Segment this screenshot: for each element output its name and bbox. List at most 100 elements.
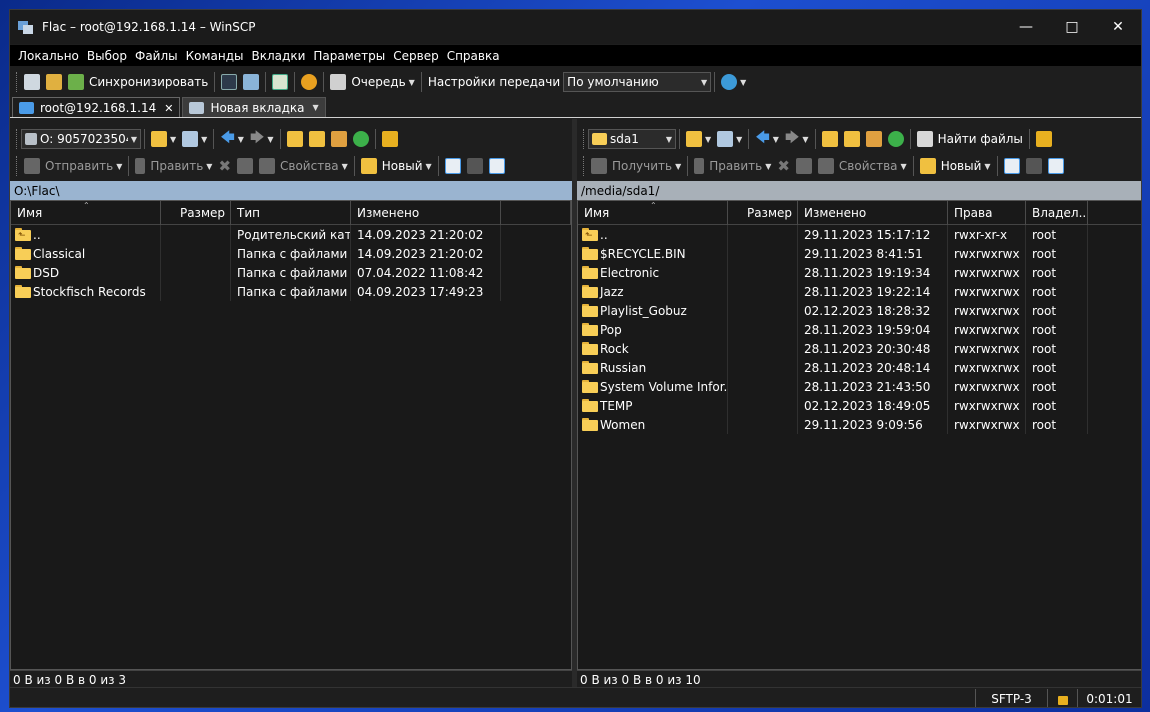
open-folder-button[interactable]: ▼ (683, 128, 714, 150)
table-row[interactable]: Pop 28.11.2023 19:59:04 rwxrwxrwx root (578, 320, 1141, 339)
select-all-button[interactable] (442, 155, 464, 177)
table-row[interactable]: Women 29.11.2023 9:09:56 rwxrwxrwx root (578, 415, 1141, 434)
table-row[interactable]: System Volume Infor... 28.11.2023 21:43:… (578, 377, 1141, 396)
table-row[interactable]: $RECYCLE.BIN 29.11.2023 8:41:51 rwxrwxrw… (578, 244, 1141, 263)
col-rights[interactable]: Права (948, 201, 1026, 225)
table-row[interactable]: Jazz 28.11.2023 19:22:14 rwxrwxrwx root (578, 282, 1141, 301)
table-row[interactable]: ⬑.. 29.11.2023 15:17:12 rwxr-xr-x root (578, 225, 1141, 244)
deselect-button[interactable] (464, 155, 486, 177)
delete-icon: ✖ (777, 157, 790, 175)
col-changed[interactable]: Изменено (351, 201, 501, 225)
select-all-button[interactable] (1001, 155, 1023, 177)
menu-select[interactable]: Выбор (83, 49, 131, 63)
back-button[interactable]: 🡄 ▼ (217, 128, 247, 150)
toolbar-grip[interactable] (583, 129, 586, 149)
col-size[interactable]: Размер (728, 201, 798, 225)
toolbar-grip[interactable] (16, 72, 19, 92)
toolbar-grip[interactable] (16, 156, 19, 176)
transfer-mode-button[interactable]: ▼ (718, 71, 749, 93)
home-button[interactable] (328, 128, 350, 150)
forward-button[interactable]: 🡆 ▼ (247, 128, 277, 150)
remote-file-list[interactable]: Имя Размер Изменено Права Владел... ⌃ ⬑.… (577, 200, 1141, 670)
tree-icon (1035, 131, 1052, 147)
table-row[interactable]: Electronic 28.11.2023 19:19:34 rwxrwxrwx… (578, 263, 1141, 282)
close-icon[interactable]: ✕ (164, 102, 173, 115)
table-row[interactable]: Playlist_Gobuz 02.12.2023 18:28:32 rwxrw… (578, 301, 1141, 320)
delete-button[interactable]: ✖ (215, 155, 234, 177)
col-type[interactable]: Тип (231, 201, 351, 225)
root-dir-button[interactable] (841, 128, 863, 150)
table-row[interactable]: DSD Папка с файлами 07.04.2022 11:08:42 (11, 263, 571, 282)
refresh-view-button[interactable] (269, 71, 291, 93)
col-size[interactable]: Размер (161, 201, 231, 225)
filter-button[interactable]: ▼ (179, 128, 210, 150)
menu-help[interactable]: Справка (443, 49, 504, 63)
open-folder-button[interactable]: ▼ (148, 128, 179, 150)
new-button[interactable]: Новый ▼ (358, 155, 435, 177)
properties-button[interactable]: Свойства ▼ (815, 155, 910, 177)
toolbar-grip[interactable] (16, 129, 19, 149)
table-row[interactable]: Classical Папка с файлами 14.09.2023 21:… (11, 244, 571, 263)
parent-dir-button[interactable] (284, 128, 306, 150)
rename-button[interactable] (793, 155, 815, 177)
table-row[interactable]: Russian 28.11.2023 20:48:14 rwxrwxrwx ro… (578, 358, 1141, 377)
remote-dir-select[interactable]: sda1 ▼ (588, 129, 676, 149)
toolbar-grip[interactable] (583, 156, 586, 176)
local-file-list[interactable]: Имя Размер Тип Изменено ⌃ ⬑.. Родительск… (10, 200, 572, 670)
menu-local[interactable]: Локально (14, 49, 83, 63)
remote-path-bar[interactable]: /media/sda1/ (577, 181, 1141, 200)
queue-button[interactable]: Очередь ▼ (327, 71, 417, 93)
menu-server[interactable]: Сервер (389, 49, 442, 63)
maximize-button[interactable]: □ (1049, 10, 1095, 44)
console-button[interactable] (218, 71, 240, 93)
edit-button[interactable]: Править ▼ (691, 155, 774, 177)
encryption-status[interactable] (1047, 688, 1077, 707)
forward-button[interactable]: 🡆 ▼ (782, 128, 812, 150)
table-row[interactable]: Stockfisch Records Папка с файлами 04.09… (11, 282, 571, 301)
menu-commands[interactable]: Команды (182, 49, 248, 63)
folder-icon (582, 247, 598, 260)
root-dir-button[interactable] (306, 128, 328, 150)
upload-button[interactable]: Отправить ▼ (21, 155, 125, 177)
col-owner[interactable]: Владел... (1026, 201, 1088, 225)
putty-button[interactable] (240, 71, 262, 93)
col-changed[interactable]: Изменено (798, 201, 948, 225)
table-row[interactable]: TEMP 02.12.2023 18:49:05 rwxrwxrwx root (578, 396, 1141, 415)
edit-button[interactable]: Править ▼ (132, 155, 215, 177)
refresh-button[interactable] (885, 128, 907, 150)
filter-select-button[interactable] (486, 155, 508, 177)
menu-options[interactable]: Параметры (309, 49, 389, 63)
filter-select-button[interactable] (1045, 155, 1067, 177)
minimize-button[interactable]: — (1003, 10, 1049, 44)
tree-toggle-button[interactable] (379, 128, 401, 150)
refresh-button[interactable] (350, 128, 372, 150)
deselect-button[interactable] (1023, 155, 1045, 177)
filter-button[interactable]: ▼ (714, 128, 745, 150)
download-button[interactable]: Получить ▼ (588, 155, 684, 177)
parent-dir-button[interactable] (819, 128, 841, 150)
sync-browse-button[interactable] (43, 71, 65, 93)
find-files-button[interactable]: Найти файлы (914, 128, 1026, 150)
new-button[interactable]: Новый ▼ (917, 155, 994, 177)
tree-toggle-button[interactable] (1033, 128, 1055, 150)
home-button[interactable] (863, 128, 885, 150)
transfer-preset-select[interactable]: По умолчанию ▼ (563, 72, 712, 92)
rename-button[interactable] (234, 155, 256, 177)
menu-tabs[interactable]: Вкладки (248, 49, 310, 63)
local-drive-select[interactable]: O: 9057023504@i▼ (21, 129, 141, 149)
close-button[interactable]: ✕ (1095, 10, 1141, 44)
table-row[interactable]: Rock 28.11.2023 20:30:48 rwxrwxrwx root (578, 339, 1141, 358)
properties-button[interactable]: Свойства ▼ (256, 155, 351, 177)
menu-files[interactable]: Файлы (131, 49, 182, 63)
compare-dirs-button[interactable] (21, 71, 43, 93)
tab-new[interactable]: Новая вкладка ▼ (182, 97, 326, 118)
synchronize-button[interactable]: Синхронизировать (65, 71, 211, 93)
chevron-down-icon[interactable]: ▼ (313, 103, 319, 112)
delete-button[interactable]: ✖ (774, 155, 793, 177)
table-row[interactable]: ⬑.. Родительский кат... 14.09.2023 21:20… (11, 225, 571, 244)
local-path-bar[interactable]: O:\Flac\ (10, 181, 572, 200)
preferences-button[interactable] (298, 71, 320, 93)
tab-session[interactable]: root@192.168.1.14 ✕ (12, 97, 181, 118)
upload-label: Отправить (45, 159, 114, 173)
back-button[interactable]: 🡄 ▼ (752, 128, 782, 150)
